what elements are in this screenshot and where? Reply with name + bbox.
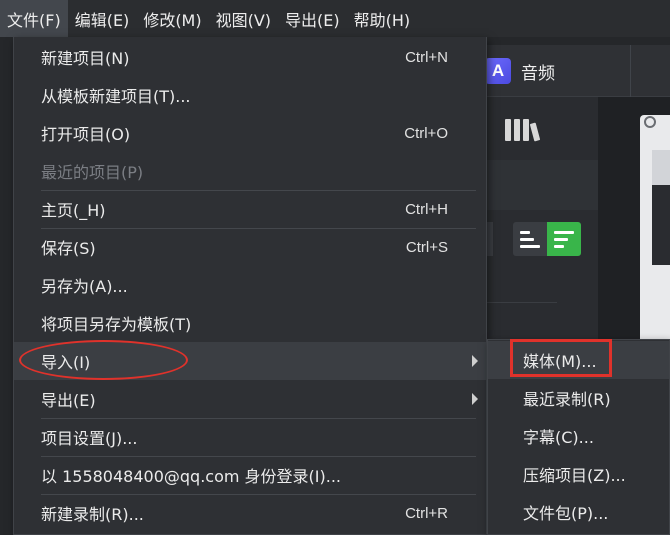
annotation-box <box>510 339 612 377</box>
preview-content <box>652 185 670 265</box>
menu-item-sign-in[interactable]: 以 1558048400@qq.com 身份登录(I)... <box>14 456 486 494</box>
sort-left-icon[interactable] <box>513 222 547 256</box>
menu-item-label: 导出(E) <box>41 391 96 410</box>
menu-item-label: 新建项目(N) <box>41 49 130 68</box>
tab-divider <box>630 45 631 97</box>
menu-item-shortcut: Ctrl+N <box>405 48 448 66</box>
menu-item-shortcut: Ctrl+H <box>405 200 448 218</box>
menu-item-label: 最近的项目(P) <box>41 163 144 182</box>
menu-modify[interactable]: 修改(M) <box>136 0 208 37</box>
audio-icon: A <box>485 58 511 84</box>
menu-item-label: 项目设置(J)... <box>41 429 138 448</box>
resize-handle-icon[interactable] <box>644 116 656 128</box>
sort-right-icon[interactable] <box>547 222 581 256</box>
menu-item-project-settings[interactable]: 项目设置(J)... <box>14 418 486 456</box>
chevron-right-icon <box>472 393 478 405</box>
menu-item-recent-projects: 最近的项目(P) <box>14 152 486 190</box>
submenu-item-zipped-project[interactable]: 压缩项目(Z)... <box>488 455 669 493</box>
menu-item-label: 保存(S) <box>41 239 96 258</box>
annotation-ellipse <box>19 340 188 380</box>
menu-item-new-recording[interactable]: 新建录制(R)... Ctrl+R <box>14 494 486 532</box>
tab-audio-label: 音频 <box>521 63 555 84</box>
menu-item-home[interactable]: 主页(_H) Ctrl+H <box>14 190 486 228</box>
menu-export[interactable]: 导出(E) <box>278 0 347 37</box>
menu-item-label: 以 1558048400@qq.com 身份登录(I)... <box>41 467 342 486</box>
menu-item-label: 另存为(A)... <box>41 277 128 296</box>
submenu-item-library-package[interactable]: 文件包(P)... <box>488 493 669 531</box>
menu-item-export[interactable]: 导出(E) <box>14 380 486 418</box>
menu-item-save-as-template[interactable]: 将项目另存为模板(T) <box>14 304 486 342</box>
menu-item-shortcut: Ctrl+R <box>405 504 448 522</box>
chevron-right-icon <box>472 355 478 367</box>
submenu-item-captions[interactable]: 字幕(C)... <box>488 417 669 455</box>
menu-help[interactable]: 帮助(H) <box>347 0 418 37</box>
menu-item-label: 将项目另存为模板(T) <box>41 315 192 334</box>
tab-audio[interactable]: A 音频 <box>485 56 555 86</box>
menu-item-label: 从模板新建项目(T)... <box>41 87 191 106</box>
menu-item-open-project[interactable]: 打开项目(O) Ctrl+O <box>14 114 486 152</box>
menu-view[interactable]: 视图(V) <box>209 0 278 37</box>
menu-item-shortcut: Ctrl+O <box>404 124 448 142</box>
menu-item-label: 打开项目(O) <box>41 125 131 144</box>
menu-item-new-project[interactable]: 新建项目(N) Ctrl+N <box>14 38 486 76</box>
menu-item-label: 新建录制(R)... <box>41 505 144 524</box>
file-menu-dropdown: 新建项目(N) Ctrl+N 从模板新建项目(T)... 打开项目(O) Ctr… <box>13 37 487 535</box>
sort-view-toggle[interactable] <box>513 222 581 256</box>
menu-item-shortcut: Ctrl+S <box>405 238 448 256</box>
menu-edit[interactable]: 编辑(E) <box>68 0 137 37</box>
library-icon[interactable] <box>505 115 541 142</box>
menu-item-label: 主页(_H) <box>41 201 106 220</box>
preview-thumbnail <box>652 150 670 190</box>
menu-item-save-as[interactable]: 另存为(A)... <box>14 266 486 304</box>
menu-item-save[interactable]: 保存(S) Ctrl+S <box>14 228 486 266</box>
menu-item-new-from-template[interactable]: 从模板新建项目(T)... <box>14 76 486 114</box>
menu-bar: 文件(F) 编辑(E) 修改(M) 视图(V) 导出(E) 帮助(H) <box>0 0 670 37</box>
menu-file[interactable]: 文件(F) <box>0 0 68 37</box>
submenu-item-recent-recordings[interactable]: 最近录制(R) <box>488 379 669 417</box>
